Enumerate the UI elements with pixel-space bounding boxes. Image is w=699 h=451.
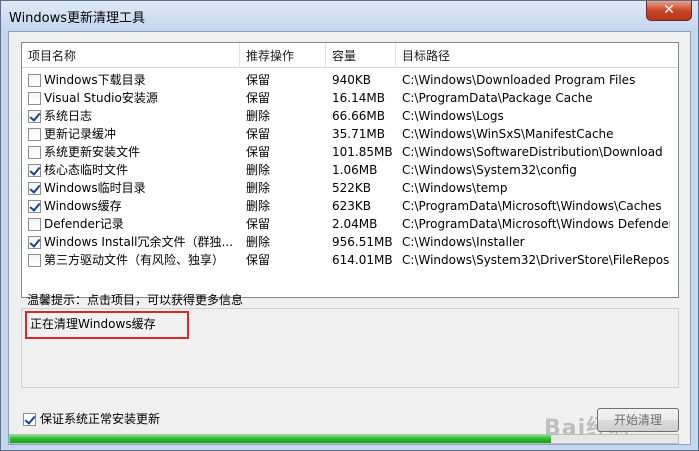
row-recommended-action: 删除 — [246, 181, 271, 195]
row-checkbox[interactable] — [28, 164, 41, 177]
cleanup-progress-bar — [9, 434, 679, 444]
row-size: 940KB — [332, 73, 372, 87]
list-row[interactable]: Visual Studio安装源 保留 16.14MB C:\ProgramData\… — [22, 89, 678, 107]
title-bar[interactable]: Windows更新清理工具 ✕ — [1, 1, 698, 31]
row-size: 16.14MB — [332, 91, 385, 105]
row-target-path: C:\Windows\SoftwareDistribution\Download — [402, 145, 663, 159]
row-item-name: 第三方驱动文件（有风险、独享） — [44, 253, 225, 267]
row-recommended-action: 保留 — [246, 127, 271, 141]
row-recommended-action: 删除 — [246, 235, 271, 249]
row-recommended-action: 保留 — [246, 253, 271, 267]
row-target-path: C:\Windows\System32\DriverStore\FileRepo… — [402, 253, 670, 267]
app-window: Windows更新清理工具 ✕ 项目名称 推荐操作 容量 目标路径 Window… — [0, 0, 699, 451]
list-row[interactable]: 系统更新安装文件 保留 101.85MB C:\Windows\SoftwareDis… — [22, 143, 678, 161]
row-item-name: Defender记录 — [44, 217, 124, 231]
list-row[interactable]: Windows Install冗余文件（群独... 删除 956.51MB C:\Wi… — [22, 233, 678, 251]
row-size: 623KB — [332, 199, 372, 213]
progress-fill — [10, 435, 552, 443]
list-row[interactable]: Windows缓存 删除 623KB C:\ProgramData\Microsoft… — [22, 197, 678, 215]
row-checkbox[interactable] — [28, 218, 41, 231]
row-size: 66.66MB — [332, 109, 385, 123]
row-item-name: Windows Install冗余文件（群独... — [44, 235, 233, 249]
row-size: 1.06MB — [332, 163, 378, 177]
row-target-path: C:\ProgramData\Microsoft\Windows\Caches — [402, 199, 662, 213]
client-area: 项目名称 推荐操作 容量 目标路径 Windows下载目录 保留 940KB C:\W… — [8, 31, 691, 445]
row-checkbox[interactable] — [28, 236, 41, 249]
row-checkbox[interactable] — [28, 128, 41, 141]
column-header-size[interactable]: 容量 — [326, 43, 396, 68]
row-item-name: Windows临时目录 — [44, 181, 146, 195]
row-size: 956.51MB — [332, 235, 393, 249]
row-checkbox[interactable] — [28, 146, 41, 159]
row-target-path: C:\Windows\WinSxS\ManifestCache — [402, 127, 614, 141]
row-checkbox[interactable] — [28, 92, 41, 105]
row-size: 2.04MB — [332, 217, 378, 231]
row-item-name: Visual Studio安装源 — [44, 91, 158, 105]
row-item-name: Windows下载目录 — [44, 73, 146, 87]
row-recommended-action: 保留 — [246, 217, 271, 231]
row-target-path: C:\ProgramData\Microsoft\Windows Defende… — [402, 217, 670, 231]
row-item-name: Windows缓存 — [44, 199, 122, 213]
row-recommended-action: 保留 — [246, 73, 271, 87]
list-row[interactable]: Windows下载目录 保留 940KB C:\Windows\Downloaded … — [22, 71, 678, 89]
row-size: 522KB — [332, 181, 372, 195]
row-size: 101.85MB — [332, 145, 393, 159]
row-checkbox[interactable] — [28, 74, 41, 87]
hint-text: 温馨提示：点击项目，可以获得更多信息 — [27, 293, 244, 307]
row-checkbox[interactable] — [28, 110, 41, 123]
row-checkbox[interactable] — [28, 254, 41, 267]
row-recommended-action: 保留 — [246, 91, 271, 105]
row-item-name: 核心态临时文件 — [44, 163, 129, 177]
row-recommended-action: 删除 — [246, 199, 271, 213]
keep-updates-checkbox[interactable] — [23, 413, 36, 426]
row-target-path: C:\Windows\System32\config — [402, 163, 577, 177]
list-row[interactable]: 更新记录缓冲 保留 35.71MB C:\Windows\WinSxS\Manifes… — [22, 125, 678, 143]
row-recommended-action: 删除 — [246, 109, 271, 123]
row-item-name: 系统更新安装文件 — [44, 145, 141, 159]
close-button[interactable]: ✕ — [646, 1, 692, 21]
row-recommended-action: 删除 — [246, 163, 271, 177]
column-header-action[interactable]: 推荐操作 — [240, 43, 326, 68]
window-title: Windows更新清理工具 — [9, 11, 146, 26]
row-recommended-action: 保留 — [246, 145, 271, 159]
start-cleanup-button[interactable]: 开始清理 — [597, 408, 679, 432]
list-header: 项目名称 推荐操作 容量 目标路径 — [22, 43, 678, 68]
row-checkbox[interactable] — [28, 182, 41, 195]
row-target-path: C:\Windows\Downloaded Program Files — [402, 73, 636, 87]
row-target-path: C:\ProgramData\Package Cache — [402, 91, 593, 105]
row-size: 614.01MB — [332, 253, 393, 267]
list-row[interactable]: 第三方驱动文件（有风险、独享） 保留 614.01MB C:\Windows\Syst… — [22, 251, 678, 269]
list-row[interactable]: Defender记录 保留 2.04MB C:\ProgramData\Microso… — [22, 215, 678, 233]
list-row[interactable]: Windows临时目录 删除 522KB C:\Windows\temp — [22, 179, 678, 197]
row-item-name: 更新记录缓冲 — [44, 127, 117, 141]
list-row[interactable]: 核心态临时文件 删除 1.06MB C:\Windows\System32\confi… — [22, 161, 678, 179]
column-header-path[interactable]: 目标路径 — [396, 43, 666, 68]
list-row[interactable]: 系统日志 删除 66.66MB C:\Windows\Logs — [22, 107, 678, 125]
status-message: 正在清理Windows缓存 — [25, 311, 189, 339]
status-panel: 正在清理Windows缓存 — [21, 308, 679, 388]
row-target-path: C:\Windows\Logs — [402, 109, 504, 123]
row-size: 35.71MB — [332, 127, 385, 141]
row-item-name: 系统日志 — [44, 109, 93, 123]
cleanup-item-list[interactable]: 项目名称 推荐操作 容量 目标路径 Windows下载目录 保留 940KB C:\W… — [21, 42, 679, 298]
row-target-path: C:\Windows\Installer — [402, 235, 525, 249]
list-rows: Windows下载目录 保留 940KB C:\Windows\Downloaded … — [22, 71, 678, 269]
row-checkbox[interactable] — [28, 200, 41, 213]
keep-updates-label[interactable]: 保证系统正常安装更新 — [40, 411, 160, 427]
column-header-name[interactable]: 项目名称 — [22, 43, 240, 68]
row-target-path: C:\Windows\temp — [402, 181, 508, 195]
